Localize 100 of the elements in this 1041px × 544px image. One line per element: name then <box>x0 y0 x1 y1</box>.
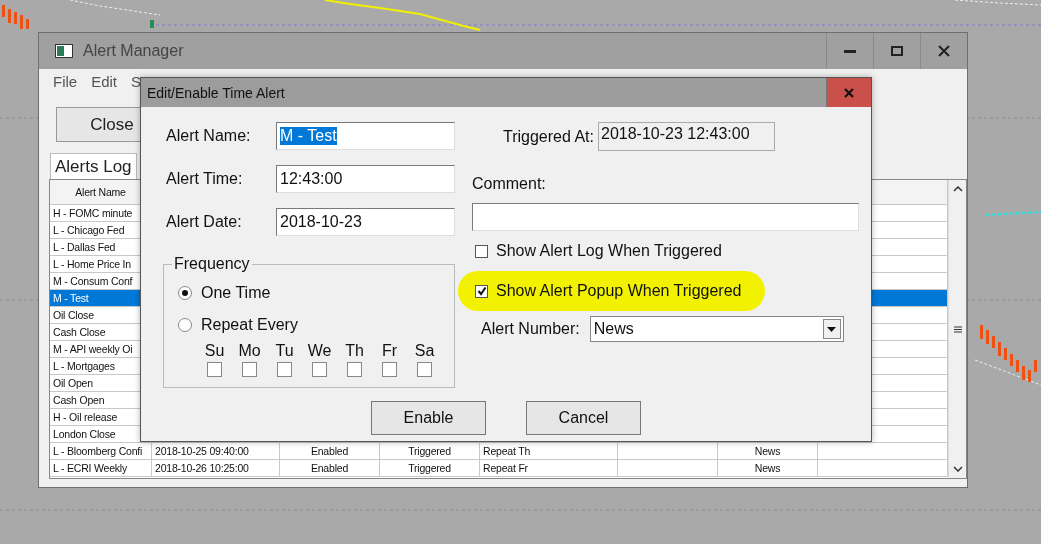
menu-item[interactable]: S <box>131 73 142 95</box>
price-line <box>984 211 1041 216</box>
day-checkbox[interactable] <box>417 362 432 377</box>
dialog-button[interactable]: Enable <box>371 401 486 435</box>
candle <box>20 15 23 29</box>
field-label: Comment: <box>472 175 547 193</box>
candle <box>1028 370 1031 382</box>
dropdown-arrow-icon <box>827 326 837 332</box>
day-checkbox[interactable] <box>312 362 327 377</box>
table-row[interactable]: L - ECRI Weekly 2018-10-26 10:25:00 Enabled Triggered Repeat Fr News <box>50 460 948 477</box>
price-line <box>974 359 1041 386</box>
table-cell: M - Consum Conf <box>53 275 133 287</box>
candle <box>1016 360 1019 372</box>
column-header[interactable]: Alert Name <box>75 186 126 198</box>
checkbox[interactable] <box>475 284 488 298</box>
grip-icon <box>952 325 963 333</box>
candle <box>980 325 983 339</box>
window-title: Alert Manager <box>83 42 184 60</box>
table-cell: News <box>754 445 781 457</box>
radio-label: Repeat Every <box>201 316 298 334</box>
day-checkbox[interactable] <box>347 362 362 377</box>
table-cell: L - Bloomberg Confi <box>53 445 143 457</box>
scroll-down-icon <box>952 466 963 472</box>
close-button[interactable] <box>826 78 871 107</box>
triggered-at-field: 2018-10-23 12:43:00 <box>598 122 775 151</box>
candle <box>986 330 989 344</box>
radio-option[interactable]: One Time <box>178 277 440 309</box>
app-icon <box>55 44 73 58</box>
maximize-icon <box>891 46 903 56</box>
menu-item[interactable]: Edit <box>91 73 118 95</box>
day-checkbox[interactable] <box>242 362 257 377</box>
radio-button[interactable] <box>178 286 192 300</box>
table-cell: L - Home Price In <box>53 258 131 270</box>
day-checkbox[interactable] <box>382 362 397 377</box>
table-cell: L - ECRI Weekly <box>53 462 128 474</box>
day-label: Su <box>204 342 225 360</box>
table-cell: 2018-10-26 10:25:00 <box>155 462 249 474</box>
table-cell: 2018-10-25 09:40:00 <box>155 445 249 457</box>
candle <box>26 19 29 29</box>
field-label: Alert Time: <box>166 170 244 188</box>
candle <box>998 342 1001 356</box>
day-label: Sa <box>414 342 435 360</box>
minimize-icon <box>844 49 856 53</box>
candle <box>8 9 11 23</box>
day-label: Tu <box>275 342 294 360</box>
candle <box>150 20 154 28</box>
day-checkbox[interactable] <box>207 362 222 377</box>
table-cell: Oil Open <box>53 377 93 389</box>
candle <box>1034 360 1037 372</box>
input-field[interactable]: 12:43:00 <box>276 165 455 193</box>
candle <box>2 5 5 17</box>
candle <box>1004 348 1007 360</box>
table-cell: Enabled <box>310 445 349 457</box>
table-cell: M - Test <box>53 292 89 304</box>
day-checkbox[interactable] <box>277 362 292 377</box>
close-icon <box>844 87 854 98</box>
group-label: Frequency <box>173 255 251 273</box>
tab[interactable]: Alerts Log <box>50 153 137 179</box>
input-field[interactable]: 2018-10-23 <box>276 208 455 236</box>
menu-item[interactable]: File <box>53 73 78 95</box>
close-icon <box>938 45 950 57</box>
table-cell: News <box>754 462 781 474</box>
radio-label: One Time <box>201 284 271 302</box>
alert-number-dropdown[interactable]: News <box>589 316 844 342</box>
table-row[interactable]: L - Bloomberg Confi 2018-10-25 09:40:00 Enabled Triggered Repeat Th News <box>50 443 948 460</box>
scroll-up-icon <box>952 186 963 192</box>
candle <box>1010 354 1013 366</box>
input-field[interactable]: M - Test <box>276 122 455 150</box>
table-cell: Repeat Th <box>483 445 531 457</box>
table-cell: Repeat Fr <box>483 462 528 474</box>
table-cell: L - Mortgages <box>53 360 115 372</box>
checkbox-label: Show Alert Log When Triggered <box>496 242 722 260</box>
checkbox[interactable] <box>475 244 488 258</box>
field-label: Alert Number: <box>481 320 580 338</box>
table-cell: London Close <box>53 428 116 440</box>
table-cell: L - Dallas Fed <box>53 241 116 253</box>
day-label: Mo <box>238 342 261 360</box>
candle <box>14 12 17 24</box>
day-label: Th <box>345 342 364 360</box>
candle <box>1022 366 1025 380</box>
table-cell: L - Chicago Fed <box>53 224 125 236</box>
table-cell: Oil Close <box>53 309 94 321</box>
table-cell: Triggered <box>408 445 451 457</box>
dialog-title: Edit/Enable Time Alert <box>147 84 285 101</box>
radio-option[interactable]: Repeat Every <box>178 309 440 341</box>
table-cell: Cash Close <box>53 326 106 338</box>
table-cell: Enabled <box>310 462 349 474</box>
table-cell: Cash Open <box>53 394 105 406</box>
day-label: Fr <box>381 342 398 360</box>
day-label: We <box>307 342 332 360</box>
candle <box>992 336 995 348</box>
radio-button[interactable] <box>178 318 192 332</box>
field-label: Triggered At: <box>503 127 594 146</box>
field-label: Alert Date: <box>166 213 243 231</box>
scrollbar[interactable] <box>948 180 966 478</box>
checkbox-label: Show Alert Popup When Triggered <box>496 282 742 300</box>
dialog-button[interactable]: Cancel <box>526 401 641 435</box>
field-label: Alert Name: <box>166 127 252 145</box>
table-cell: M - API weekly Oi <box>53 343 133 355</box>
comment-field[interactable] <box>472 203 859 231</box>
